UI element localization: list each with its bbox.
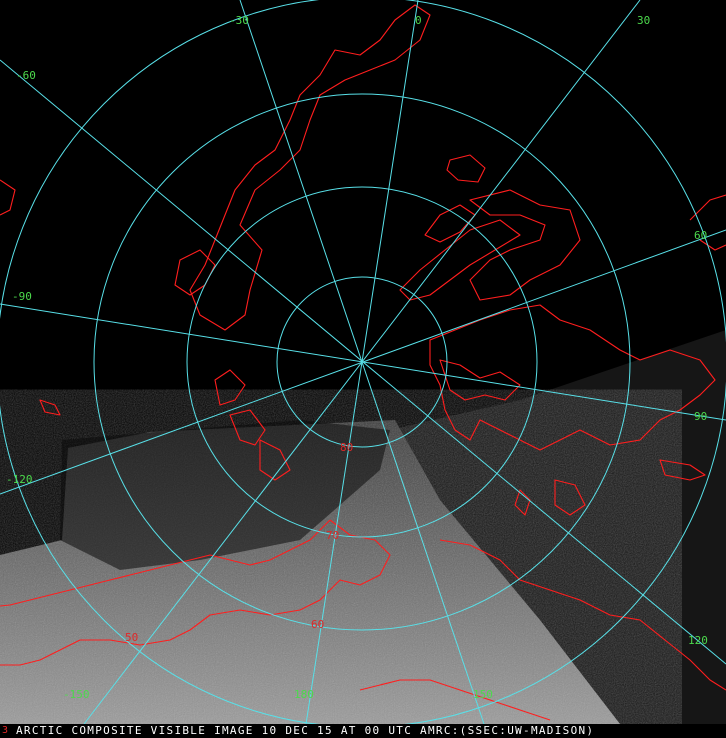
arctic-map: -30 0 30 -60 60 -90 90 -120 120 -150 180… [0,0,726,728]
lon-label-30: 30 [637,14,650,27]
lat-label-60: 60 [311,618,324,631]
lon-label-180: 180 [294,688,314,701]
caption-bar: 3 ARCTIC COMPOSITE VISIBLE IMAGE 10 DEC … [0,724,726,738]
lon-label-minus30: -30 [229,14,249,27]
lon-label-60: 60 [694,229,707,242]
caption-index: 3 [2,725,9,736]
lon-label-minus120: -120 [6,473,33,486]
lon-label-minus90: -90 [12,290,32,303]
lon-label-120: 120 [688,634,708,647]
lat-label-70: 70 [326,529,339,542]
lat-label-80: 80 [340,441,353,454]
lon-label-150: 150 [473,688,493,701]
caption-text: ARCTIC COMPOSITE VISIBLE IMAGE 10 DEC 15… [16,724,595,737]
lon-label-minus150: -150 [63,688,90,701]
lat-label-50: 50 [125,631,138,644]
lon-label-minus60: -60 [16,69,36,82]
lon-label-0: 0 [415,14,422,27]
lon-label-90: 90 [694,410,707,423]
